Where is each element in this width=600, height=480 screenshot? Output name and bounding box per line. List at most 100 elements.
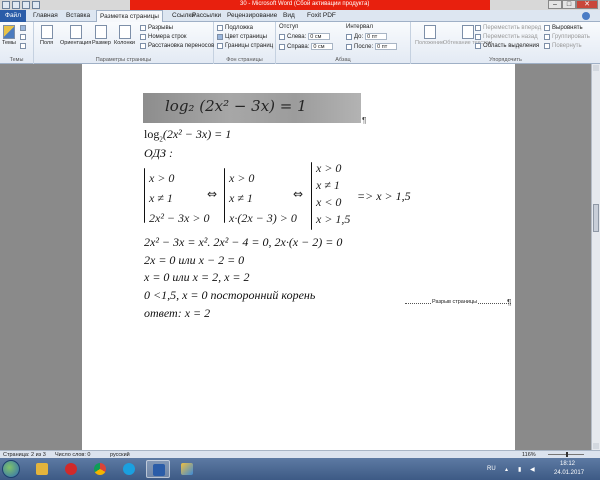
zoom-slider[interactable] [548, 452, 584, 457]
hyphenation-button[interactable]: Расстановка переносов [140, 43, 214, 49]
indent-label: Отступ [279, 24, 299, 30]
indent-left-input[interactable]: 0 см [308, 33, 331, 40]
input-language[interactable]: RU [487, 466, 496, 472]
font-icon [20, 34, 26, 40]
breaks-button[interactable]: Разрывы [140, 25, 173, 31]
zoom-slider-thumb[interactable] [566, 452, 568, 457]
taskbar-word[interactable] [146, 460, 170, 478]
minimize-button[interactable]: – [548, 0, 562, 9]
group-objects-button[interactable]: Группировать [544, 34, 590, 40]
scroll-down-icon[interactable] [593, 443, 599, 449]
spacing-label: Интервал [346, 24, 373, 30]
network-icon[interactable]: ▮ [518, 466, 521, 473]
taskbar-skype[interactable] [117, 460, 141, 478]
system-3-line: x > 1,5 [316, 212, 351, 226]
page-color-button[interactable]: Цвет страницы [217, 34, 267, 40]
taskbar-opera[interactable] [59, 460, 83, 478]
help-icon[interactable] [582, 12, 590, 20]
bring-forward-button[interactable]: Переместить вперед [475, 25, 541, 31]
handwritten-equation: log₂ (2x² − 3x) = 1 [165, 97, 307, 115]
watermark-button[interactable]: Подложка [217, 25, 253, 31]
maximize-button[interactable]: □ [562, 0, 576, 9]
start-button[interactable] [2, 460, 20, 478]
scrollbar-thumb[interactable] [593, 204, 599, 232]
volume-icon[interactable]: ◀ [530, 466, 535, 473]
system-1: x > 0 x ≠ 1 2x² − 3x > 0 [149, 168, 209, 228]
tab-foxit-pdf[interactable]: Foxit PDF [307, 12, 336, 19]
clock-date[interactable]: 24.01.2017 [554, 470, 584, 476]
word-app-icon[interactable] [2, 1, 10, 9]
word-icon [153, 464, 165, 476]
effects-icon [20, 43, 26, 49]
undo-icon[interactable] [22, 1, 30, 9]
paint-icon [181, 463, 193, 475]
window-controls: – □ ✕ [548, 0, 598, 9]
system-2-brace [224, 168, 225, 223]
system-2-line: x·(2x − 3) > 0 [229, 211, 297, 225]
orientation-button[interactable]: Ориентация [60, 25, 91, 46]
selection-pane-button[interactable]: Область выделения [475, 43, 539, 49]
system-2-line: x > 0 [229, 171, 255, 185]
skype-icon [123, 463, 135, 475]
indent-right-icon [279, 43, 285, 50]
columns-button[interactable]: Колонки [114, 25, 135, 46]
taskbar-explorer[interactable] [30, 460, 54, 478]
spacing-after-input[interactable]: 0 пт [375, 43, 398, 50]
odz-label: ОДЗ : [144, 146, 173, 160]
themes-button[interactable]: Темы [2, 25, 16, 46]
page-size-icon [95, 25, 108, 39]
tray-arrow-icon[interactable]: ▴ [505, 466, 508, 473]
vertical-scrollbar[interactable] [591, 64, 600, 450]
folder-icon [36, 463, 48, 475]
equation-line-3: 2x = 0 или x − 2 = 0 [144, 253, 245, 267]
bring-forward-icon [475, 25, 481, 31]
tab-home[interactable]: Главная [33, 12, 58, 19]
theme-fonts-button[interactable] [20, 34, 26, 40]
tab-mailings[interactable]: Рассылки [192, 12, 221, 19]
scroll-up-icon[interactable] [593, 65, 599, 71]
taskbar: RU ▴ ▮ ◀ 18:12 24.01.2017 [0, 458, 600, 480]
system-3: x > 0 x ≠ 1 x < 0 x > 1,5 [316, 160, 350, 228]
spacing-before-input[interactable]: 0 пт [365, 33, 388, 40]
group-arrange: Положение Обтекание текстом Переместить … [415, 25, 590, 63]
align-icon [544, 25, 550, 31]
position-button[interactable]: Положение [415, 25, 444, 46]
tab-insert[interactable]: Вставка [66, 12, 90, 19]
status-bar: Страница: 2 из 3 Число слов: 0 русский 1… [0, 450, 600, 458]
handwritten-photo[interactable]: log₂ (2x² − 3x) = 1 [143, 93, 361, 123]
clock-time[interactable]: 18:12 [560, 461, 575, 467]
paragraph-mark: ¶ [362, 116, 367, 125]
line-numbers-button[interactable]: Номера строк [140, 34, 187, 40]
equation-line-4: x = 0 или x = 2, x = 2 [144, 270, 250, 284]
system-1-line: x ≠ 1 [149, 191, 173, 205]
system-tray: RU ▴ ▮ ◀ 18:12 24.01.2017 [460, 458, 600, 480]
columns-icon [118, 25, 131, 39]
tab-file[interactable]: Файл [0, 10, 26, 22]
page-borders-button[interactable]: Границы страниц [217, 43, 273, 49]
equation-line-1: log2(2x² − 3x) = 1 [144, 127, 232, 144]
save-icon[interactable] [12, 1, 20, 9]
equivalence-arrow: ⇔ [293, 187, 304, 201]
taskbar-chrome[interactable] [88, 460, 112, 478]
rotate-button[interactable]: Повернуть [544, 43, 582, 49]
spacing-before-icon [346, 33, 352, 40]
theme-colors-button[interactable] [20, 25, 26, 31]
position-icon [423, 25, 436, 39]
equation-line-2: 2x² − 3x = x². 2x² − 4 = 0, 2x·(x − 2) =… [144, 235, 343, 249]
margins-button[interactable]: Поля [40, 25, 53, 46]
align-button[interactable]: Выровнять [544, 25, 583, 31]
tab-review[interactable]: Рецензирование [227, 12, 277, 19]
themes-icon [2, 25, 15, 39]
send-backward-button[interactable]: Переместить назад [475, 34, 538, 40]
indent-right-input[interactable]: 0 см [311, 43, 334, 50]
tab-view[interactable]: Вид [283, 12, 295, 19]
send-backward-icon [475, 34, 481, 40]
close-button[interactable]: ✕ [576, 0, 598, 9]
taskbar-paint[interactable] [175, 460, 199, 478]
paragraph-mark: ¶ [507, 298, 512, 307]
redo-icon[interactable] [32, 1, 40, 9]
size-button[interactable]: Размер [92, 25, 111, 46]
system-1-line: x > 0 [149, 171, 175, 185]
rotate-icon [544, 43, 550, 49]
theme-effects-button[interactable] [20, 43, 26, 49]
